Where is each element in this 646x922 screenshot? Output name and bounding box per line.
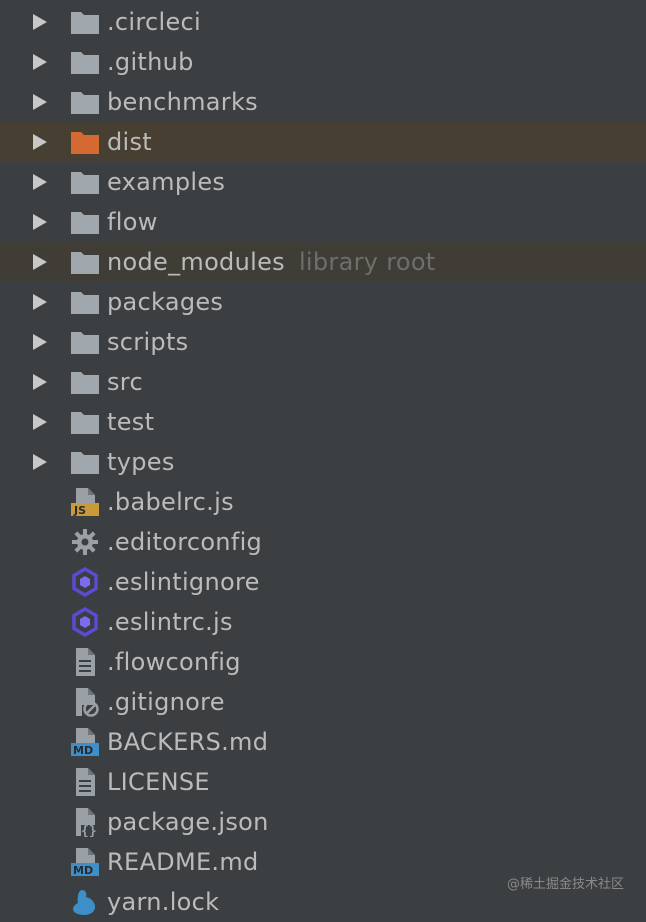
svg-text:MD: MD	[73, 864, 93, 877]
tree-item-label: packages	[107, 288, 224, 316]
tree-item-label: .babelrc.js	[107, 488, 234, 516]
tree-row-github[interactable]: .github	[0, 42, 646, 82]
tree-item-label: .eslintignore	[107, 568, 260, 596]
folder-icon	[71, 52, 99, 74]
tree-row-dist[interactable]: dist	[0, 122, 646, 162]
expand-arrow-icon[interactable]	[33, 54, 47, 70]
folder-icon	[71, 292, 99, 314]
tree-item-label: README.md	[107, 848, 259, 876]
yarn-icon	[73, 890, 95, 915]
tree-row-packages[interactable]: packages	[0, 282, 646, 322]
tree-row-license[interactable]: LICENSE	[0, 762, 646, 802]
tree-item-label: LICENSE	[107, 768, 210, 796]
expand-arrow-icon[interactable]	[33, 374, 47, 390]
json-file-icon: {}	[76, 808, 97, 837]
gear-icon	[72, 529, 98, 555]
expand-arrow-icon[interactable]	[33, 214, 47, 230]
tree-row-eslintignore[interactable]: .eslintignore	[0, 562, 646, 602]
eslint-icon	[72, 567, 98, 597]
svg-text:JS: JS	[73, 504, 86, 517]
ignore-file-icon	[76, 688, 99, 717]
tree-row-src[interactable]: src	[0, 362, 646, 402]
tree-item-label: .editorconfig	[107, 528, 263, 556]
tree-item-label: .flowconfig	[107, 648, 241, 676]
tree-row-test[interactable]: test	[0, 402, 646, 442]
tree-item-label: test	[107, 408, 155, 436]
tree-item-label: yarn.lock	[107, 888, 220, 916]
tree-row-backers[interactable]: MD BACKERS.md	[0, 722, 646, 762]
folder-icon	[71, 372, 99, 394]
text-file-icon	[76, 648, 95, 676]
tree-row-flow[interactable]: flow	[0, 202, 646, 242]
watermark: @稀土掘金技术社区	[506, 877, 624, 892]
tree-row-examples[interactable]: examples	[0, 162, 646, 202]
expand-arrow-icon[interactable]	[33, 414, 47, 430]
tree-item-label: .eslintrc.js	[107, 608, 233, 636]
expand-arrow-icon[interactable]	[33, 14, 47, 30]
project-tree: .circleci .github benchmarks dist exampl…	[0, 2, 646, 922]
tree-row-flowconfig[interactable]: .flowconfig	[0, 642, 646, 682]
expand-arrow-icon[interactable]	[33, 294, 47, 310]
expand-arrow-icon[interactable]	[33, 94, 47, 110]
folder-name: node_modules	[107, 248, 285, 276]
tree-row-circleci[interactable]: .circleci	[0, 2, 646, 42]
markdown-file-icon: MD	[71, 728, 99, 757]
folder-icon	[71, 172, 99, 194]
tree-item-label: .gitignore	[107, 688, 225, 716]
tree-row-package-json[interactable]: {} package.json	[0, 802, 646, 842]
tree-item-label: node_modules library root	[107, 242, 436, 282]
folder-icon	[71, 92, 99, 114]
folder-icon	[71, 412, 99, 434]
tree-item-label: examples	[107, 168, 226, 196]
library-root-hint: library root	[298, 248, 436, 276]
tree-item-label: dist	[107, 128, 153, 156]
tree-row-editorconfig[interactable]: .editorconfig	[0, 522, 646, 562]
tree-row-node-modules[interactable]: node_modules library root	[0, 242, 646, 282]
tree-row-gitignore[interactable]: .gitignore	[0, 682, 646, 722]
svg-text:MD: MD	[73, 744, 93, 757]
folder-icon	[71, 332, 99, 354]
js-file-icon: JS	[71, 488, 99, 517]
tree-item-label: .github	[107, 48, 194, 76]
tree-row-scripts[interactable]: scripts	[0, 322, 646, 362]
eslint-icon	[72, 607, 98, 637]
folder-icon	[71, 452, 99, 474]
svg-text:{}: {}	[81, 824, 97, 837]
tree-item-label: scripts	[107, 328, 189, 356]
tree-item-label: benchmarks	[107, 88, 258, 116]
tree-row-eslintrc[interactable]: .eslintrc.js	[0, 602, 646, 642]
tree-item-label: types	[107, 448, 175, 476]
expand-arrow-icon[interactable]	[33, 134, 47, 150]
folder-icon	[71, 252, 99, 274]
tree-row-benchmarks[interactable]: benchmarks	[0, 82, 646, 122]
tree-item-label: src	[107, 368, 143, 396]
folder-icon	[71, 212, 99, 234]
tree-item-label: .circleci	[107, 8, 202, 36]
tree-row-babelrc[interactable]: JS .babelrc.js	[0, 482, 646, 522]
folder-icon	[71, 12, 99, 34]
expand-arrow-icon[interactable]	[33, 454, 47, 470]
text-file-icon	[76, 768, 95, 796]
expand-arrow-icon[interactable]	[33, 174, 47, 190]
tree-item-label: BACKERS.md	[107, 728, 269, 756]
tree-row-types[interactable]: types	[0, 442, 646, 482]
excluded-folder-icon	[71, 132, 99, 154]
tree-item-label: package.json	[107, 808, 269, 836]
markdown-file-icon: MD	[71, 848, 99, 877]
expand-arrow-icon[interactable]	[33, 334, 47, 350]
tree-item-label: flow	[107, 208, 158, 236]
expand-arrow-icon[interactable]	[33, 254, 47, 270]
